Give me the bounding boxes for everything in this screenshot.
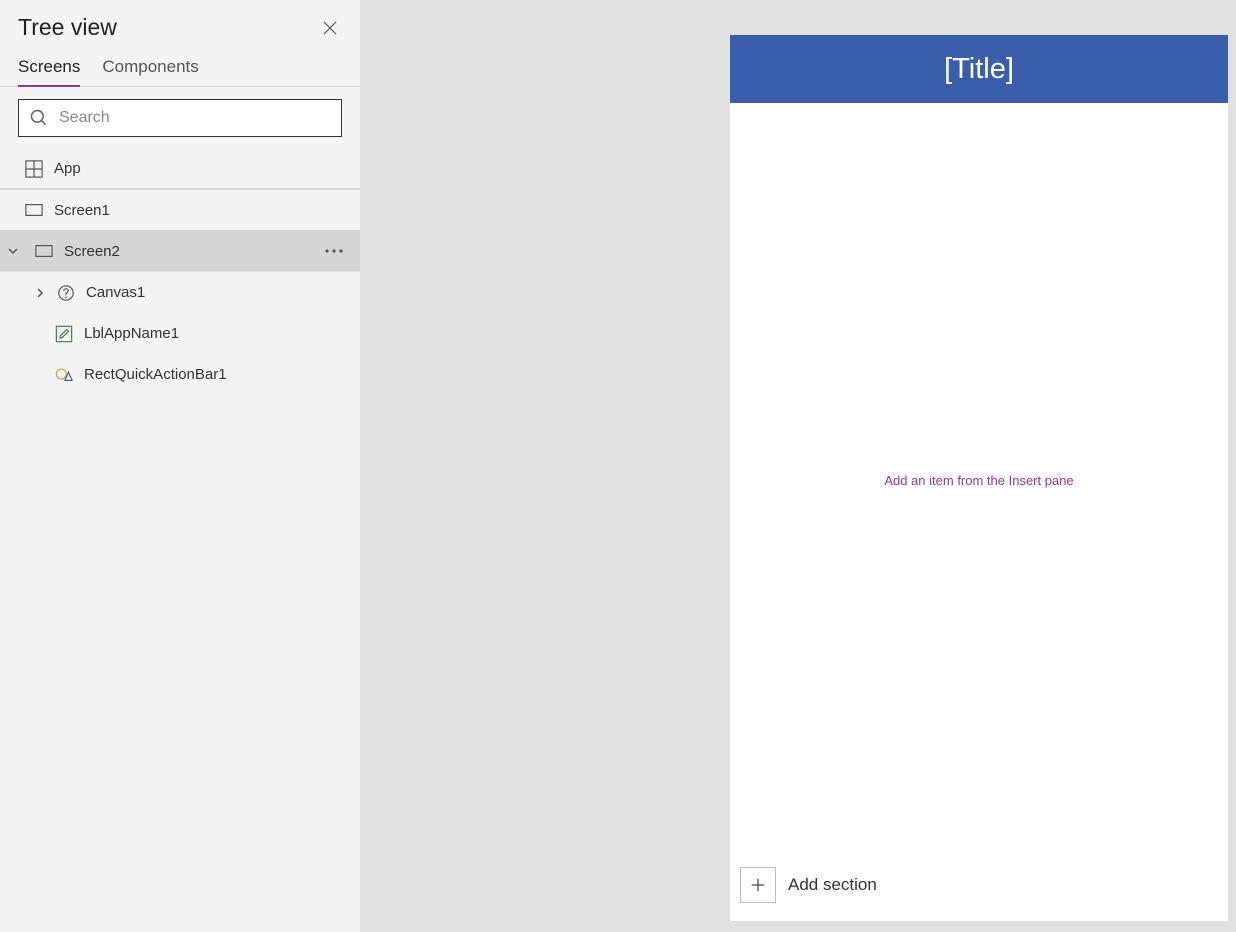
more-options-button[interactable]	[322, 239, 346, 263]
tree-item-label: RectQuickActionBar1	[84, 366, 227, 383]
search-box[interactable]	[18, 99, 342, 137]
plus-icon	[749, 876, 767, 894]
app-title-text: [Title]	[944, 53, 1014, 86]
canvas-body[interactable]: Add an item from the Insert pane	[730, 103, 1228, 855]
ellipsis-icon	[325, 249, 343, 253]
tree-item-label: LblAppName1	[84, 325, 179, 342]
tree-item-label: App	[54, 160, 81, 177]
tree-view-title: Tree view	[18, 14, 117, 41]
tree-item-label: Canvas1	[86, 284, 145, 301]
close-icon	[321, 19, 339, 37]
tree-item-label: Screen1	[54, 202, 110, 219]
label-edit-icon	[54, 324, 74, 344]
search-icon	[29, 108, 49, 128]
add-section-button[interactable]	[740, 867, 776, 903]
screen-icon	[24, 200, 44, 220]
close-panel-button[interactable]	[318, 16, 342, 40]
tab-screens[interactable]: Screens	[18, 57, 80, 87]
tab-components[interactable]: Components	[102, 57, 198, 86]
add-section-row[interactable]: Add section	[730, 855, 1228, 921]
tree-item-app[interactable]: App	[0, 149, 360, 190]
shape-icon	[54, 365, 74, 385]
tree-item-screen1[interactable]: Screen1	[0, 190, 360, 231]
tree-list: App Screen1 Screen2	[0, 149, 360, 395]
tree-item-lblappname1[interactable]: LblAppName1	[0, 313, 360, 354]
search-container	[0, 87, 360, 149]
app-title-bar: [Title]	[730, 35, 1228, 103]
tree-item-label: Screen2	[64, 243, 120, 260]
search-input[interactable]	[59, 109, 331, 127]
app-icon	[24, 159, 44, 179]
chevron-right-icon[interactable]	[2, 287, 46, 299]
chevron-down-icon[interactable]	[2, 245, 24, 257]
tree-item-canvas1[interactable]: Canvas1	[0, 272, 360, 313]
canvas-preview[interactable]: [Title] Add an item from the Insert pane…	[730, 35, 1228, 921]
screen-icon	[34, 241, 54, 261]
tree-item-screen2[interactable]: Screen2	[0, 231, 360, 272]
tree-view-tabs: Screens Components	[0, 49, 360, 87]
tree-view-panel: Tree view Screens Components App	[0, 0, 360, 932]
insert-item-placeholder[interactable]: Add an item from the Insert pane	[884, 473, 1073, 488]
tree-view-header: Tree view	[0, 0, 360, 49]
question-circle-icon	[56, 283, 76, 303]
tree-item-rectquickactionbar1[interactable]: RectQuickActionBar1	[0, 354, 360, 395]
add-section-label: Add section	[788, 875, 877, 895]
